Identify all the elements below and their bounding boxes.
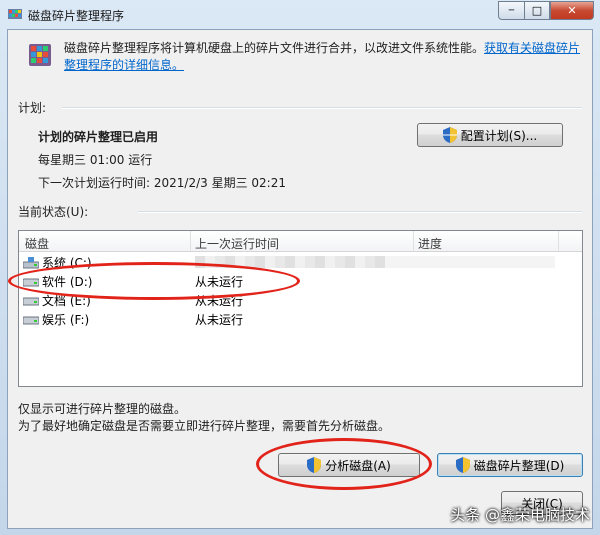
close-window-button[interactable]: ✕: [550, 1, 594, 20]
defrag-disk-icon: [29, 44, 51, 66]
disk-name: 系统 (C:): [42, 256, 92, 270]
defragment-disk-button[interactable]: 磁盘碎片整理(D): [437, 453, 583, 477]
blurred-region: [385, 256, 555, 268]
column-disk[interactable]: 磁盘: [25, 235, 49, 252]
note-line-1: 仅显示可进行碎片整理的磁盘。: [18, 402, 187, 416]
disk-row[interactable]: 文档 (E:) 从未运行: [19, 290, 582, 309]
disk-list-header: 磁盘 上一次运行时间 进度: [19, 231, 582, 252]
title-bar[interactable]: 磁盘碎片整理程序 ─ □ ✕: [0, 0, 600, 28]
window-controls: ─ □ ✕: [498, 1, 594, 20]
hard-drive-icon: [23, 278, 39, 286]
window-title: 磁盘碎片整理程序: [28, 9, 125, 23]
defrag-app-icon: [8, 9, 22, 19]
minimize-button[interactable]: ─: [498, 1, 524, 20]
disk-row[interactable]: 系统 (C:): [19, 252, 582, 271]
blurred-region: [195, 256, 385, 268]
disk-name: 软件 (D:): [42, 275, 93, 289]
hard-drive-icon: [23, 297, 39, 305]
note-line-2: 为了最好地确定磁盘是否需要立即进行碎片整理，需要首先分析磁盘。: [18, 419, 391, 433]
watermark: 头条 @鑫荣电脑技术: [450, 506, 590, 524]
disk-last-run: 从未运行: [195, 313, 244, 327]
minimize-icon: ─: [508, 5, 515, 16]
defrag-window: 磁盘碎片整理程序 ─ □ ✕ 磁盘碎片整理程序将计算机硬盘上的碎片文件进行合并，…: [0, 0, 600, 535]
maximize-icon: □: [531, 4, 543, 17]
hard-drive-icon: [23, 316, 39, 324]
schedule-next-run: 下一次计划运行时间: 2021/2/3 星期三 02:21: [38, 176, 286, 190]
schedule-label: 计划:: [18, 101, 47, 115]
schedule-run-time: 每星期三 01:00 运行: [38, 153, 153, 167]
disk-name: 娱乐 (F:): [42, 313, 90, 327]
status-divider: [138, 211, 582, 213]
disk-list[interactable]: 磁盘 上一次运行时间 进度 系统 (C:) 软件 (D:) 从未运行 文档 (E…: [18, 230, 583, 387]
disk-last-run: 从未运行: [195, 294, 244, 308]
uac-shield-icon: [307, 457, 322, 473]
disk-row[interactable]: 娱乐 (F:) 从未运行: [19, 309, 582, 328]
configure-schedule-button[interactable]: 配置计划(S)...: [417, 123, 563, 147]
close-icon: ✕: [567, 4, 577, 17]
system-drive-icon: [23, 256, 39, 268]
client-area: 磁盘碎片整理程序将计算机硬盘上的碎片文件进行合并，以改进文件系统性能。获取有关磁…: [7, 29, 593, 529]
disk-row[interactable]: 软件 (D:) 从未运行: [19, 271, 582, 290]
schedule-divider: [62, 107, 582, 109]
column-progress[interactable]: 进度: [418, 235, 442, 252]
disk-name: 文档 (E:): [42, 294, 91, 308]
disk-last-run: 从未运行: [195, 275, 244, 289]
column-last-run[interactable]: 上一次运行时间: [195, 235, 279, 252]
analyze-disk-button[interactable]: 分析磁盘(A): [278, 453, 420, 477]
schedule-status: 计划的碎片整理已启用: [38, 130, 159, 144]
header-description: 磁盘碎片整理程序将计算机硬盘上的碎片文件进行合并，以改进文件系统性能。获取有关磁…: [64, 41, 581, 72]
maximize-button[interactable]: □: [524, 1, 550, 20]
uac-shield-icon: [442, 127, 457, 143]
current-status-label: 当前状态(U):: [18, 205, 89, 219]
uac-shield-icon: [455, 457, 470, 473]
